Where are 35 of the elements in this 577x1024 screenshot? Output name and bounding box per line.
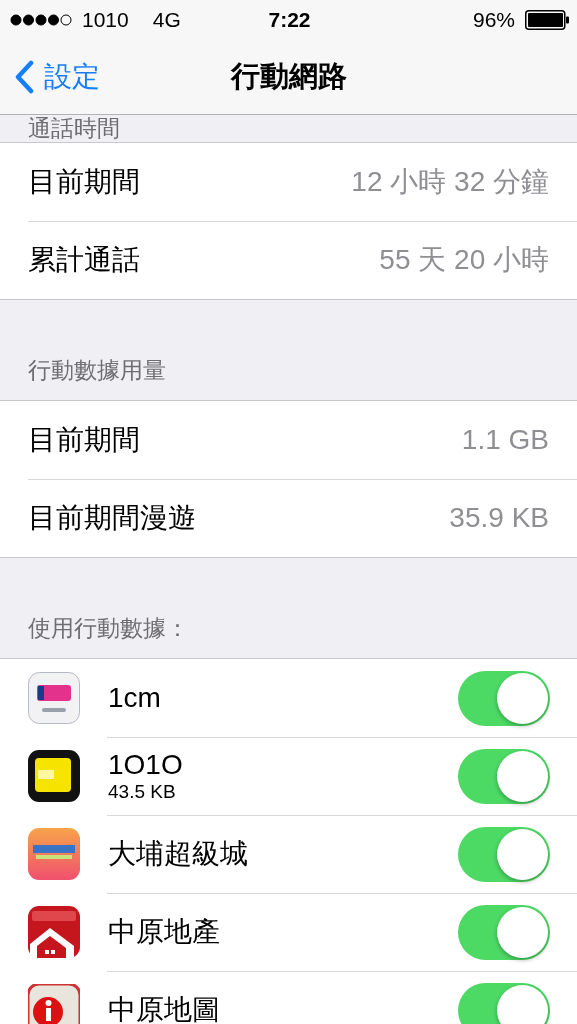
toggle-switch[interactable] [458, 826, 550, 882]
battery-percent: 96% [472, 8, 515, 32]
app-icon [28, 750, 80, 802]
app-name: 大埔超級城 [108, 837, 249, 871]
back-button[interactable]: 設定 [0, 58, 100, 96]
data-usage: 43.5 KB [108, 781, 177, 803]
app-name: 1cm [108, 682, 162, 714]
signal-icon [10, 14, 72, 26]
row-label: 目前期間 [28, 423, 141, 457]
toggle-switch[interactable] [458, 670, 550, 726]
battery-icon [525, 10, 569, 30]
row-value: 1.1 GB [461, 424, 549, 456]
app-name: 中原地圖 [108, 993, 221, 1024]
chevron-left-icon [14, 60, 34, 94]
row-label: 累計通話 [28, 243, 141, 277]
app-name: 1O1O [108, 749, 184, 781]
row-value: 35.9 KB [449, 502, 549, 534]
row-value: 12 小時 32 分鐘 [351, 165, 549, 199]
clock-time: 7:22 [268, 8, 311, 32]
row-label: 目前期間漫遊 [28, 501, 197, 535]
section-header: 通話時間 [28, 115, 120, 142]
carrier-name: 1010 [82, 8, 129, 32]
app-name: 中原地產 [108, 915, 221, 949]
toggle-switch[interactable] [458, 982, 550, 1024]
toggle-switch[interactable] [458, 748, 550, 804]
page-title: 行動網路 [230, 59, 347, 94]
section-header: 行動數據用量 [28, 357, 166, 384]
toggle-switch[interactable] [458, 904, 550, 960]
row-value: 55 天 20 小時 [379, 243, 549, 277]
network-type: 4G [152, 8, 181, 32]
app-icon [28, 906, 80, 958]
row-label: 目前期間 [28, 165, 141, 199]
app-icon [28, 828, 80, 880]
section-header: 使用行動數據： [28, 615, 189, 642]
app-icon [28, 672, 80, 724]
